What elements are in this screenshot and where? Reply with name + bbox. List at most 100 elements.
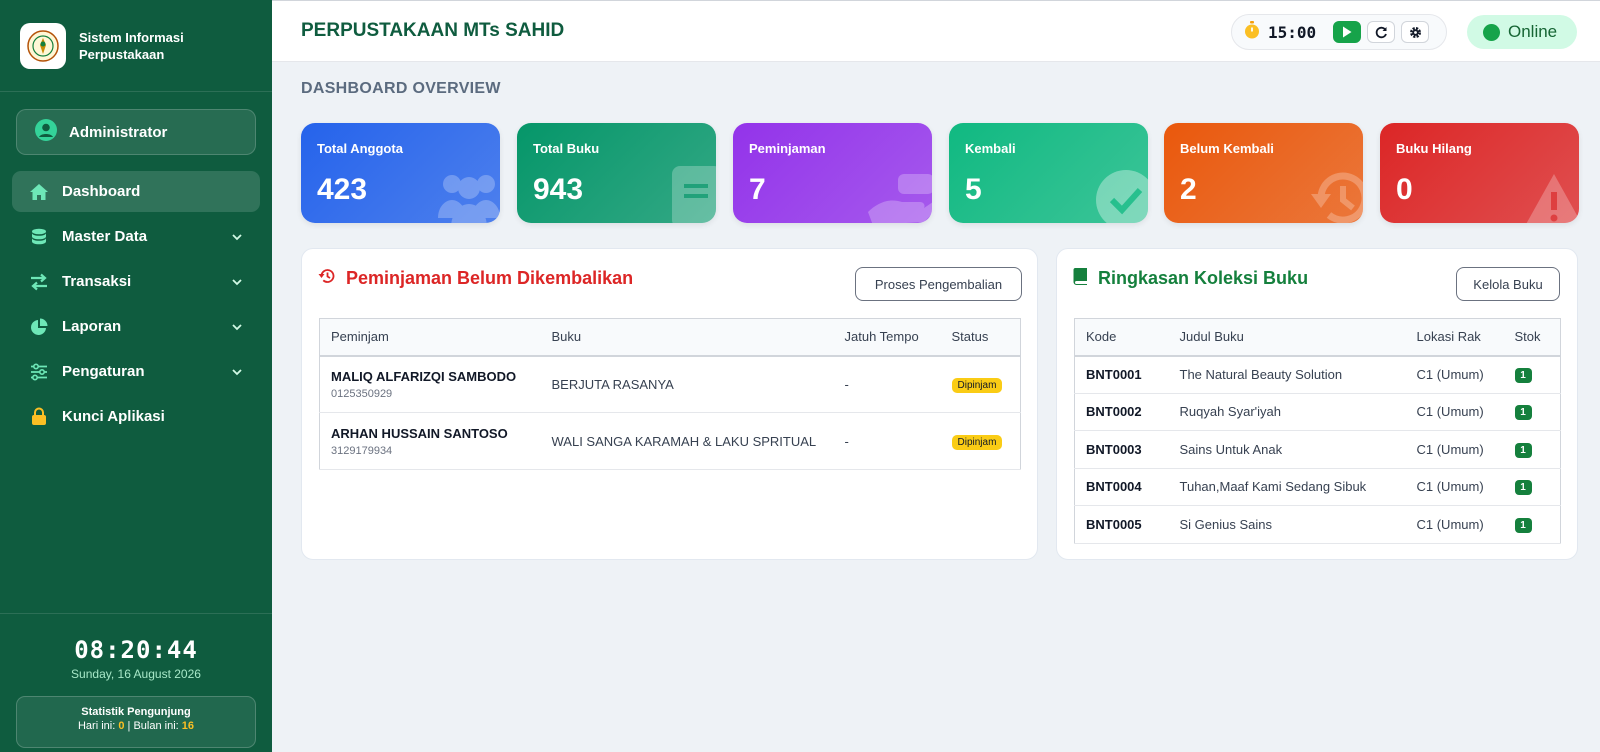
sidebar-item-label: Master Data <box>62 228 148 245</box>
warning-triangle-icon <box>1523 172 1579 223</box>
stat-card-buku-hilang[interactable]: Buku Hilang 0 <box>1380 123 1579 223</box>
stat-card-total-anggota[interactable]: Total Anggota 423 <box>301 123 500 223</box>
loans-table: Peminjam Buku Jatuh Tempo Status MALIQ A… <box>319 318 1021 470</box>
book-code: BNT0005 <box>1074 505 1169 544</box>
book-code: BNT0003 <box>1074 430 1169 469</box>
stock-badge: 1 <box>1514 405 1532 421</box>
status-dot-icon <box>1483 23 1500 41</box>
sidebar-item-label: Laporan <box>62 318 122 335</box>
column-header[interactable]: Stok <box>1503 318 1561 357</box>
school-logo <box>20 22 66 69</box>
books-table: Kode Judul Buku Lokasi Rak Stok BNT0001 … <box>1074 318 1561 544</box>
column-header[interactable]: Kode <box>1074 318 1169 357</box>
status-label: Online <box>1508 22 1558 41</box>
sliders-icon <box>29 362 49 382</box>
visitor-stats: Statistik Pengunjung Hari ini: 0 | Bulan… <box>16 696 256 748</box>
sidebar: Sistem Informasi Perpustakaan Administra… <box>0 0 272 752</box>
home-icon <box>29 182 49 202</box>
stock-badge: 1 <box>1514 442 1532 458</box>
lock-icon <box>29 407 49 427</box>
column-header[interactable]: Peminjam <box>319 318 541 357</box>
stat-card-total-buku[interactable]: Total Buku 943 <box>517 123 716 223</box>
book-title: Tuhan,Maaf Kami Sedang Sibuk <box>1168 468 1406 506</box>
stat-card-belum-kembali[interactable]: Belum Kembali 2 <box>1164 123 1363 223</box>
loans-panel: Peminjaman Belum Dikembalikan Proses Pen… <box>301 248 1038 560</box>
book-code: BNT0004 <box>1074 468 1169 506</box>
sidebar-item-kunci-aplikasi[interactable]: Kunci Aplikasi <box>12 396 260 437</box>
check-circle-icon <box>1092 166 1148 223</box>
borrower-name: ARHAN HUSSAIN SANTOSO <box>331 425 508 441</box>
table-row[interactable]: BNT0003 Sains Untuk Anak C1 (Umum) 1 <box>1074 430 1561 469</box>
sidebar-item-label: Kunci Aplikasi <box>62 408 165 425</box>
table-row[interactable]: BNT0001 The Natural Beauty Solution C1 (… <box>1074 355 1561 394</box>
book-icon <box>670 166 716 223</box>
card-label: Kembali <box>965 141 1016 156</box>
card-label: Buku Hilang <box>1396 141 1472 156</box>
manage-books-button[interactable]: Kelola Buku <box>1456 267 1560 301</box>
due-date: - <box>833 412 941 470</box>
sidebar-item-transaksi[interactable]: Transaksi <box>12 261 260 302</box>
today-label: Hari ini: <box>77 720 116 732</box>
sidebar-footer: 08:20:44 Sunday, 16 August 2026 Statisti… <box>0 613 272 752</box>
card-label: Peminjaman <box>749 141 826 156</box>
sidebar-item-laporan[interactable]: Laporan <box>12 306 260 347</box>
top-header: PERPUSTAKAAN MTs SAHID 15:00 Online <box>272 0 1600 62</box>
card-label: Total Anggota <box>317 141 403 156</box>
table-row[interactable]: BNT0002 Ruqyah Syar'iyah C1 (Umum) 1 <box>1074 393 1561 431</box>
column-header[interactable]: Lokasi Rak <box>1405 318 1504 357</box>
table-row[interactable]: MALIQ ALFARIZQI SAMBODO 0125350929 BERJU… <box>319 355 1021 413</box>
sidebar-item-pengaturan[interactable]: Pengaturan <box>12 351 260 392</box>
brand[interactable]: Sistem Informasi Perpustakaan <box>0 0 272 92</box>
process-return-button[interactable]: Proses Pengembalian <box>855 267 1022 301</box>
brand-line1: Sistem Informasi <box>79 29 184 45</box>
stat-card-kembali[interactable]: Kembali 5 <box>949 123 1148 223</box>
stat-card-peminjaman[interactable]: Peminjaman 7 <box>733 123 932 223</box>
session-timer: 15:00 <box>1231 14 1447 50</box>
separator: | <box>127 720 131 732</box>
borrower-id: 0125350929 <box>331 387 393 400</box>
due-date: - <box>833 355 941 413</box>
column-header[interactable]: Judul Buku <box>1168 318 1406 357</box>
exchange-icon <box>29 272 49 292</box>
card-label: Total Buku <box>533 141 600 156</box>
sidebar-item-master-data[interactable]: Master Data <box>12 216 260 257</box>
sidebar-menu: Dashboard Master Data Transaksi Laporan … <box>12 171 260 441</box>
timer-value: 15:00 <box>1268 22 1317 42</box>
visitor-stats-title: Statistik Pengunjung <box>81 706 191 718</box>
table-row[interactable]: BNT0004 Tuhan,Maaf Kami Sedang Sibuk C1 … <box>1074 468 1561 506</box>
page-title: PERPUSTAKAAN MTs SAHID <box>301 20 565 41</box>
online-status-badge: Online <box>1467 15 1577 49</box>
pie-chart-icon <box>29 317 49 337</box>
stock-badge: 1 <box>1514 480 1532 496</box>
user-profile[interactable]: Administrator <box>16 109 256 155</box>
timer-settings-button[interactable] <box>1401 21 1429 43</box>
rack-location: C1 (Umum) <box>1405 468 1504 506</box>
column-header[interactable]: Status <box>940 318 1021 357</box>
sidebar-item-label: Dashboard <box>62 183 141 200</box>
sidebar-item-dashboard[interactable]: Dashboard <box>12 171 260 212</box>
table-row[interactable]: BNT0005 Si Genius Sains C1 (Umum) 1 <box>1074 505 1561 544</box>
today-count: 0 <box>118 720 125 732</box>
column-header[interactable]: Buku <box>540 318 834 357</box>
chevron-down-icon <box>230 275 244 289</box>
timer-play-button[interactable] <box>1333 21 1361 43</box>
book-code: BNT0002 <box>1074 393 1169 431</box>
user-icon <box>34 118 58 147</box>
timer-reset-button[interactable] <box>1367 21 1395 43</box>
user-name: Administrator <box>69 123 168 141</box>
month-label: Bulan ini: <box>133 720 179 732</box>
book-code: BNT0001 <box>1074 355 1169 394</box>
rack-location: C1 (Umum) <box>1405 355 1504 394</box>
card-value: 943 <box>533 173 584 206</box>
column-header[interactable]: Jatuh Tempo <box>833 318 941 357</box>
book-title: The Natural Beauty Solution <box>1168 355 1406 394</box>
database-icon <box>29 227 49 247</box>
sidebar-item-label: Transaksi <box>62 273 132 290</box>
table-row[interactable]: ARHAN HUSSAIN SANTOSO 3129179934 WALI SA… <box>319 412 1021 470</box>
books-panel-title: Ringkasan Koleksi Buku <box>1098 268 1309 288</box>
sidebar-item-label: Pengaturan <box>62 363 145 380</box>
current-date: Sunday, 16 August 2026 <box>71 667 201 681</box>
history-icon <box>318 267 336 290</box>
card-value: 0 <box>1396 173 1413 206</box>
book-title: WALI SANGA KARAMAH & LAKU SPRITUAL <box>540 412 834 470</box>
